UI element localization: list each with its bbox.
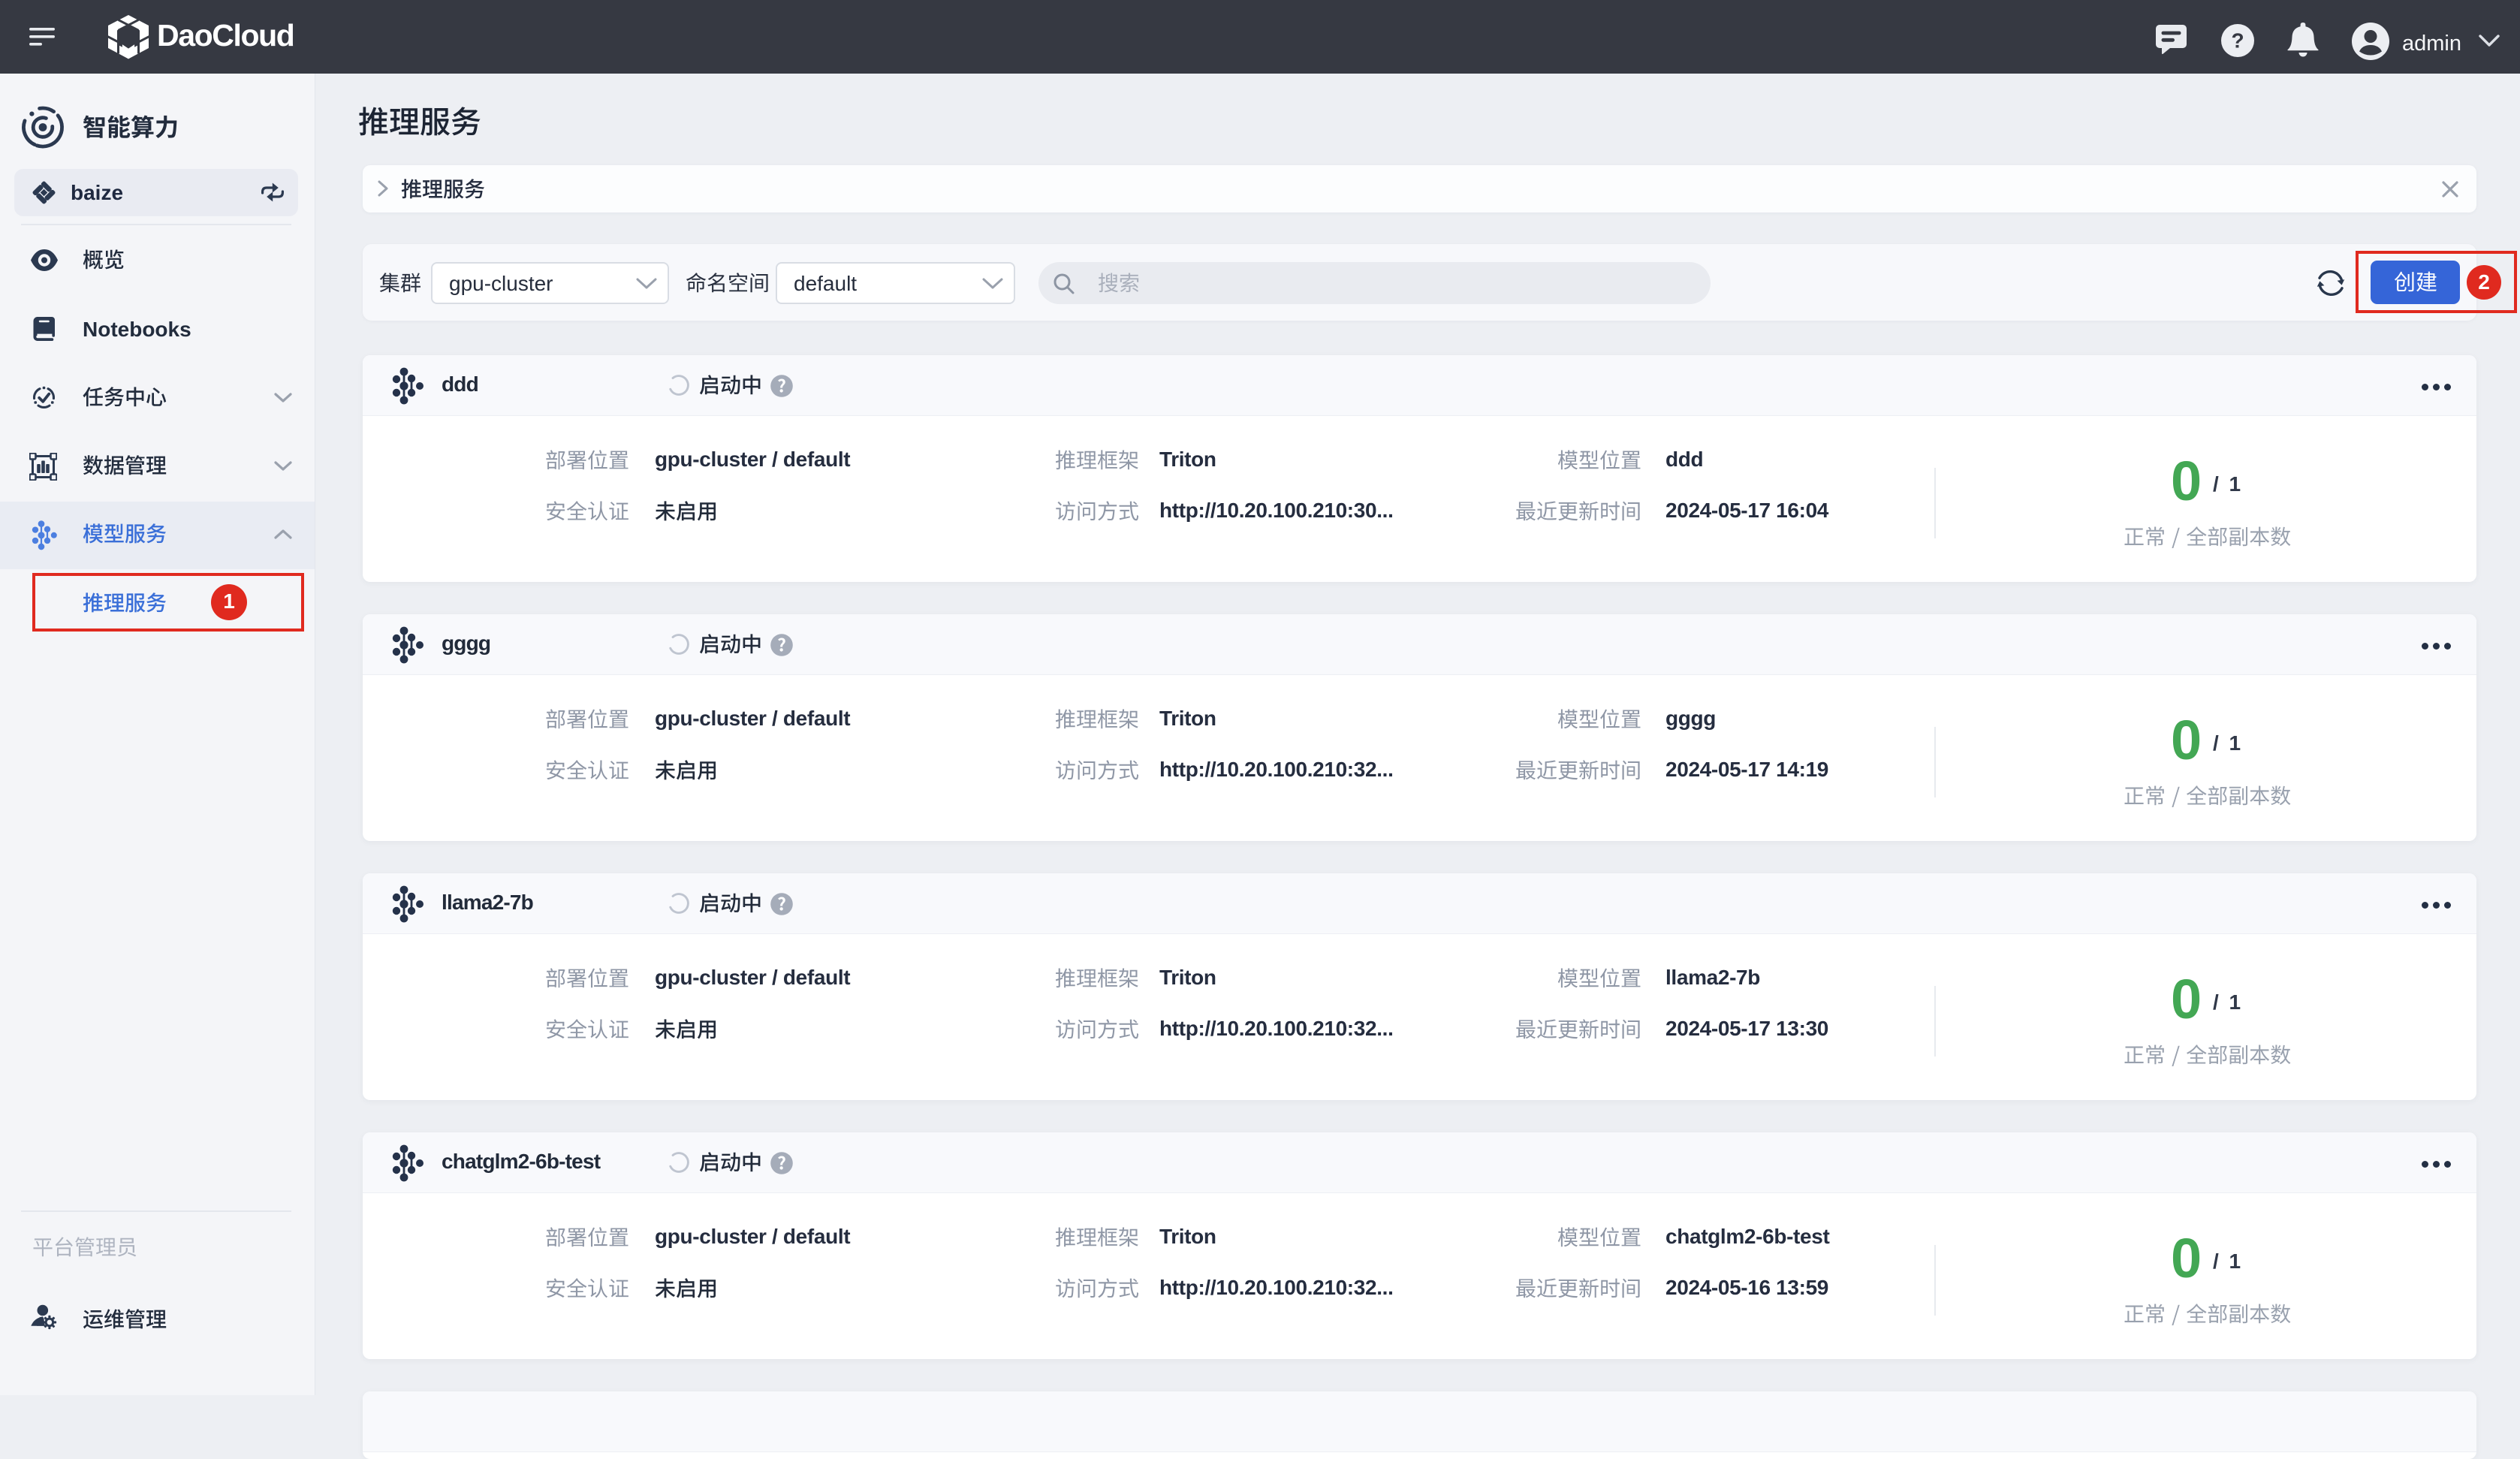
svg-text:?: ? — [2231, 29, 2244, 53]
